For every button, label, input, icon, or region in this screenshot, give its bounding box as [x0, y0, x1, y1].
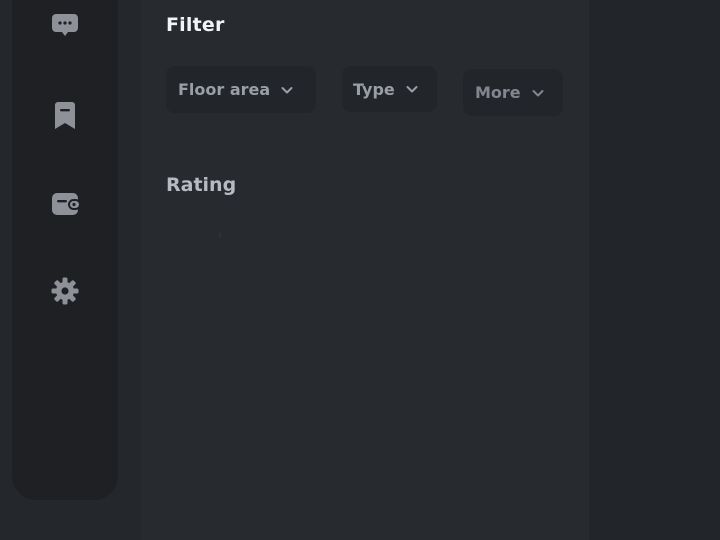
- chevron-down-icon: [280, 83, 294, 97]
- app-screen: Filter Floor area Type More Rating: [0, 0, 720, 540]
- bookmark-icon[interactable]: [50, 101, 80, 131]
- chevron-down-icon: [405, 82, 419, 96]
- chevron-down-icon: [531, 86, 545, 100]
- floor-area-dropdown[interactable]: Floor area: [166, 66, 316, 113]
- type-dropdown[interactable]: Type: [342, 66, 437, 112]
- rating-heading: Rating: [166, 174, 237, 196]
- more-label: More: [475, 83, 521, 102]
- sidebar-nav: [12, 0, 118, 500]
- more-dropdown[interactable]: More: [463, 69, 563, 116]
- rating-placeholder-mark: [219, 232, 221, 238]
- gear-icon[interactable]: [50, 276, 80, 306]
- content-area: [589, 0, 720, 540]
- chat-bubble-icon[interactable]: [50, 10, 80, 40]
- wallet-icon[interactable]: [50, 189, 80, 219]
- filter-title: Filter: [166, 14, 225, 36]
- type-label: Type: [353, 79, 395, 99]
- floor-area-label: Floor area: [178, 80, 271, 99]
